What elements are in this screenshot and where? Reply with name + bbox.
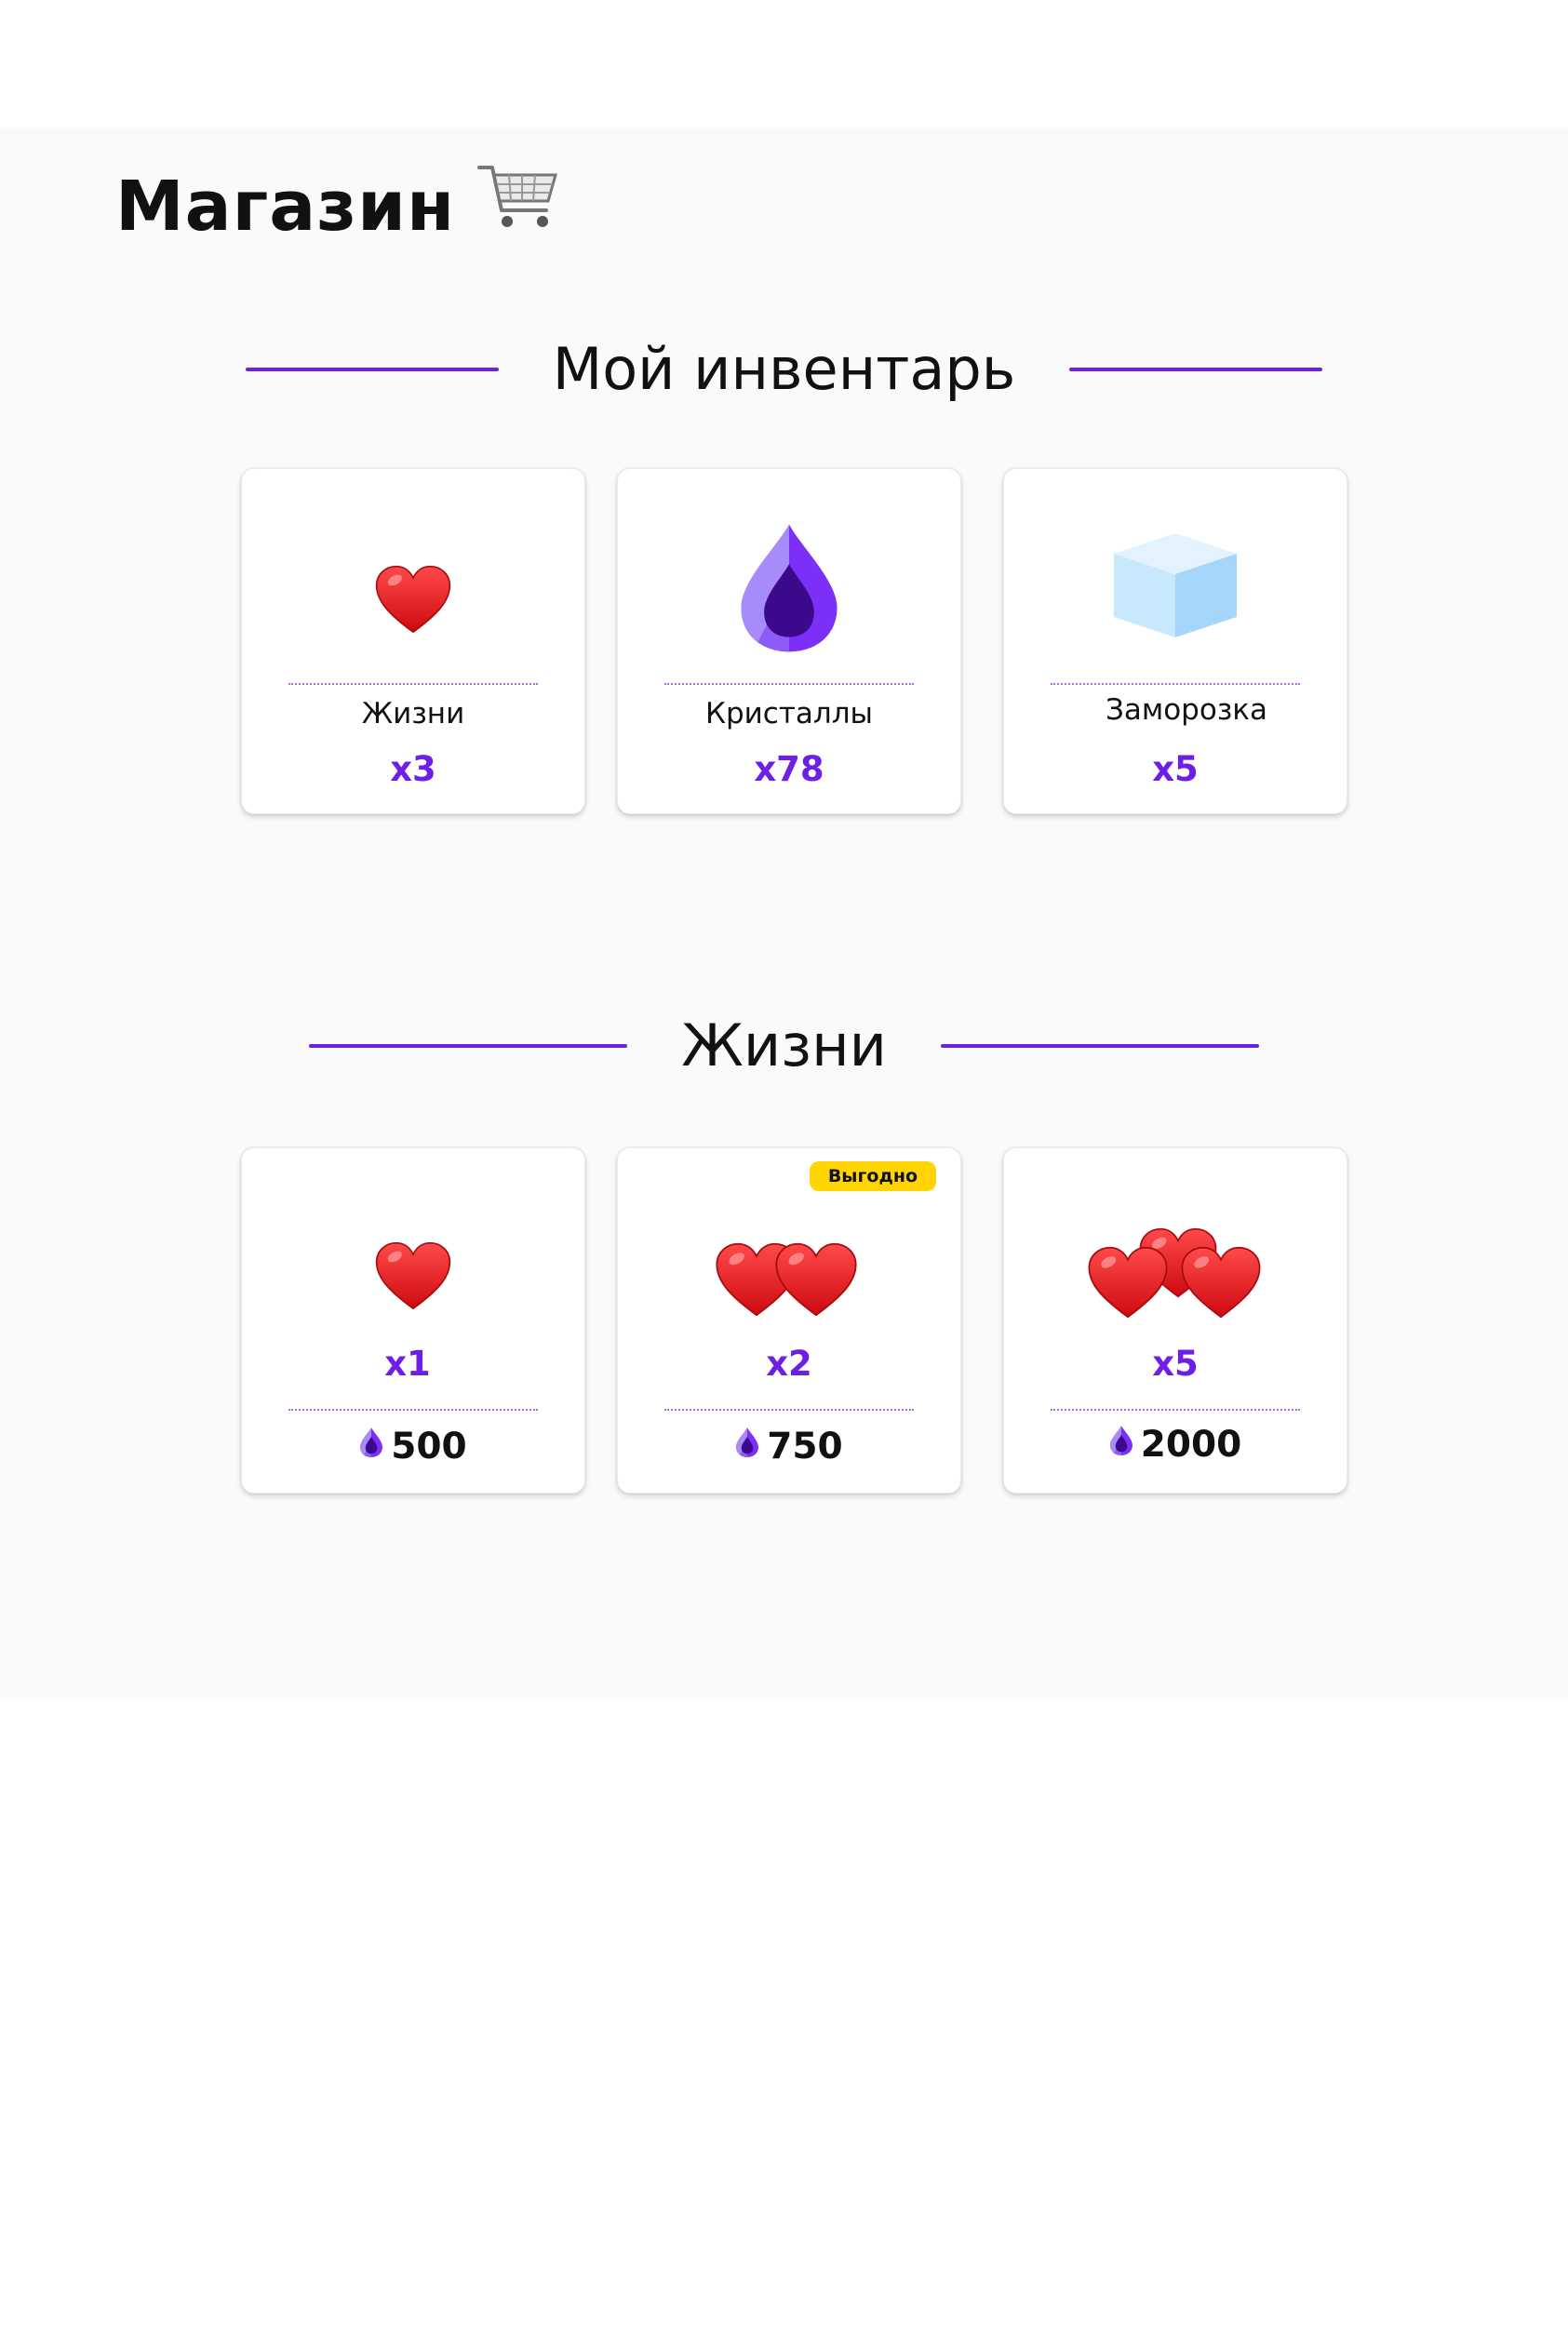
card-divider: [1051, 683, 1300, 685]
card-divider: [664, 1409, 914, 1411]
heart-icon: [242, 557, 584, 641]
shop-card-lives-1[interactable]: x1 500: [241, 1147, 585, 1494]
crystal-icon: [735, 1426, 759, 1467]
deal-badge: Выгодно: [809, 1161, 936, 1191]
inventory-card-crystals: Кристаллы x78: [617, 468, 961, 814]
price-value: 500: [391, 1426, 467, 1467]
card-divider: [1051, 1409, 1300, 1411]
page-title-text: Магазин: [115, 166, 456, 247]
card-divider: [288, 1409, 538, 1411]
shop-card-lives-2[interactable]: Выгодно x2 750: [617, 1147, 961, 1494]
hearts-icon: [618, 1238, 960, 1321]
shop-card-lives-5[interactable]: x5 2000: [1003, 1147, 1347, 1494]
inventory-card-freeze: Заморозка x5: [1003, 468, 1347, 814]
buy-price-button[interactable]: 2000: [1004, 1424, 1347, 1466]
heart-icon: [242, 1234, 584, 1318]
inventory-item-name: Жизни: [361, 697, 465, 730]
shop-item-count: x5: [1152, 1344, 1199, 1384]
shop-item-count: x1: [384, 1344, 431, 1384]
heading-line-left: [245, 368, 499, 371]
heading-line-left: [309, 1044, 628, 1048]
card-divider: [664, 683, 914, 685]
hearts-icon: [1004, 1223, 1347, 1325]
price-value: 2000: [1140, 1424, 1242, 1466]
page-title: Магазин: [115, 158, 559, 254]
inventory-item-name: Кристаллы: [704, 697, 874, 730]
crystal-icon: [1109, 1424, 1133, 1466]
heading-line-right: [1069, 368, 1323, 371]
inventory-item-count: x3: [390, 749, 436, 789]
inventory-heading: Мой инвентарь: [0, 332, 1568, 407]
ice-cube-icon: [1004, 525, 1347, 646]
heading-line-right: [940, 1044, 1259, 1048]
shop-item-count: x2: [766, 1344, 812, 1384]
inventory-item-name: Заморозка: [1105, 693, 1268, 727]
inventory-heading-text: Мой инвентарь: [552, 335, 1016, 403]
inventory-item-count: x78: [754, 749, 824, 789]
buy-price-button[interactable]: 500: [242, 1426, 584, 1467]
crystal-icon: [359, 1426, 383, 1467]
lives-heading: Жизни: [0, 1009, 1568, 1083]
shopping-cart-icon: [476, 158, 559, 254]
inventory-item-count: x5: [1152, 749, 1199, 789]
crystal-icon: [618, 514, 960, 663]
card-divider: [288, 683, 538, 685]
lives-heading-text: Жизни: [681, 1012, 887, 1079]
price-value: 750: [767, 1426, 843, 1467]
inventory-card-lives: Жизни x3: [241, 468, 585, 814]
buy-price-button[interactable]: 750: [618, 1426, 960, 1467]
